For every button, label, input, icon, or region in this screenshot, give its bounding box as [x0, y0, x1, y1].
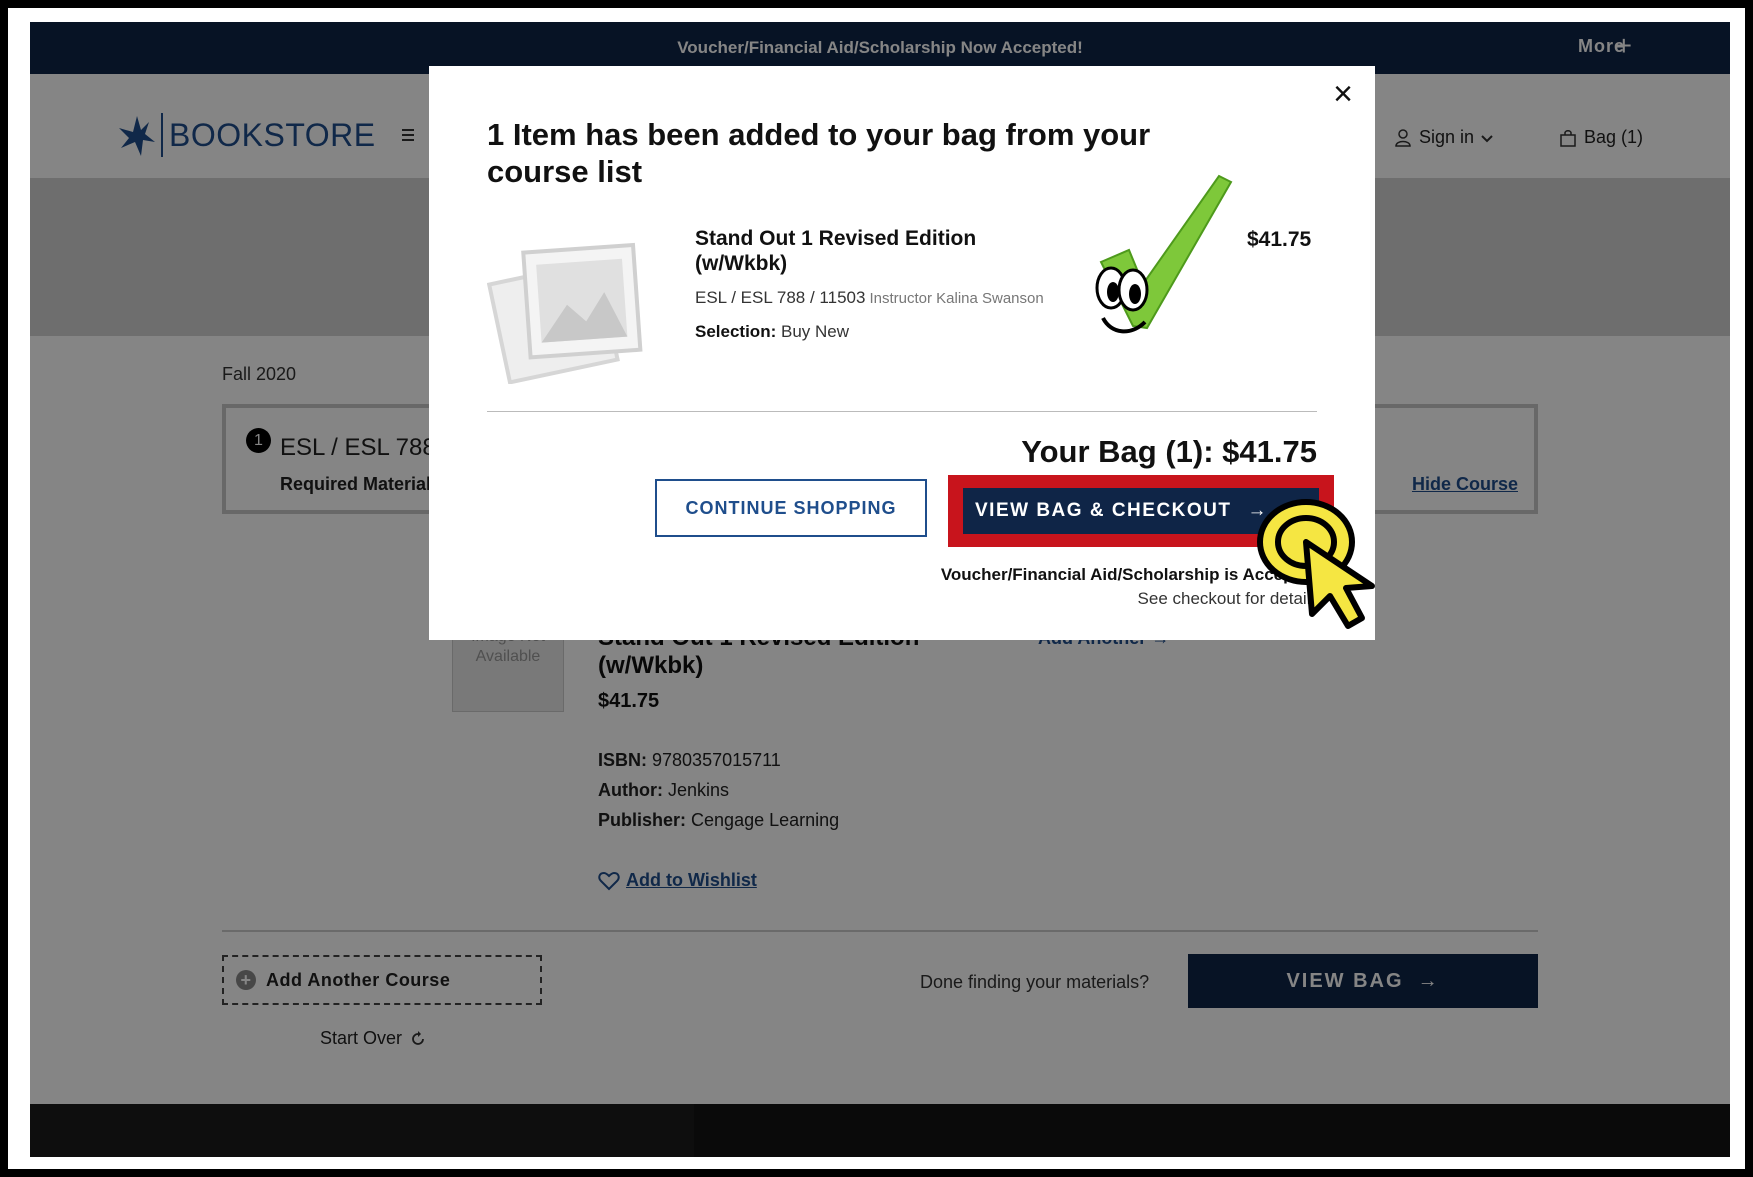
modal-item-price: $41.75 [1247, 228, 1312, 251]
checkout-label: VIEW BAG & CHECKOUT [975, 500, 1232, 521]
added-to-bag-modal: × 1 Item has been added to your bag from… [429, 66, 1375, 640]
checkout-details-text: See checkout for details [1137, 589, 1319, 608]
screenshot-frame: Voucher/Financial Aid/Scholarship Now Ac… [8, 8, 1745, 1169]
image-placeholder-icon [487, 242, 643, 384]
click-cursor-icon [1257, 499, 1375, 629]
continue-shopping-button[interactable]: CONTINUE SHOPPING [655, 479, 927, 537]
modal-item-course: ESL / ESL 788 / 11503 Instructor Kalina S… [695, 288, 1044, 308]
instructor-name: Instructor Kalina Swanson [869, 290, 1044, 307]
close-icon[interactable]: × [1327, 77, 1359, 111]
modal-item-selection: Selection: Buy New [695, 322, 849, 342]
voucher-accepted-text: Voucher/Financial Aid/Scholarship is Acc… [940, 565, 1319, 584]
page: Voucher/Financial Aid/Scholarship Now Ac… [30, 22, 1730, 1157]
selection-value: Buy New [780, 322, 850, 341]
bag-total: Your Bag (1): $41.75 [1021, 434, 1317, 469]
course-code: ESL / ESL 788 / 11503 [695, 288, 866, 307]
selection-label: Selection: [695, 322, 777, 341]
modal-item-title: Stand Out 1 Revised Edition (w/Wkbk) [695, 227, 977, 275]
smiling-checkmark-icon [1095, 174, 1233, 334]
modal-divider [487, 411, 1317, 412]
